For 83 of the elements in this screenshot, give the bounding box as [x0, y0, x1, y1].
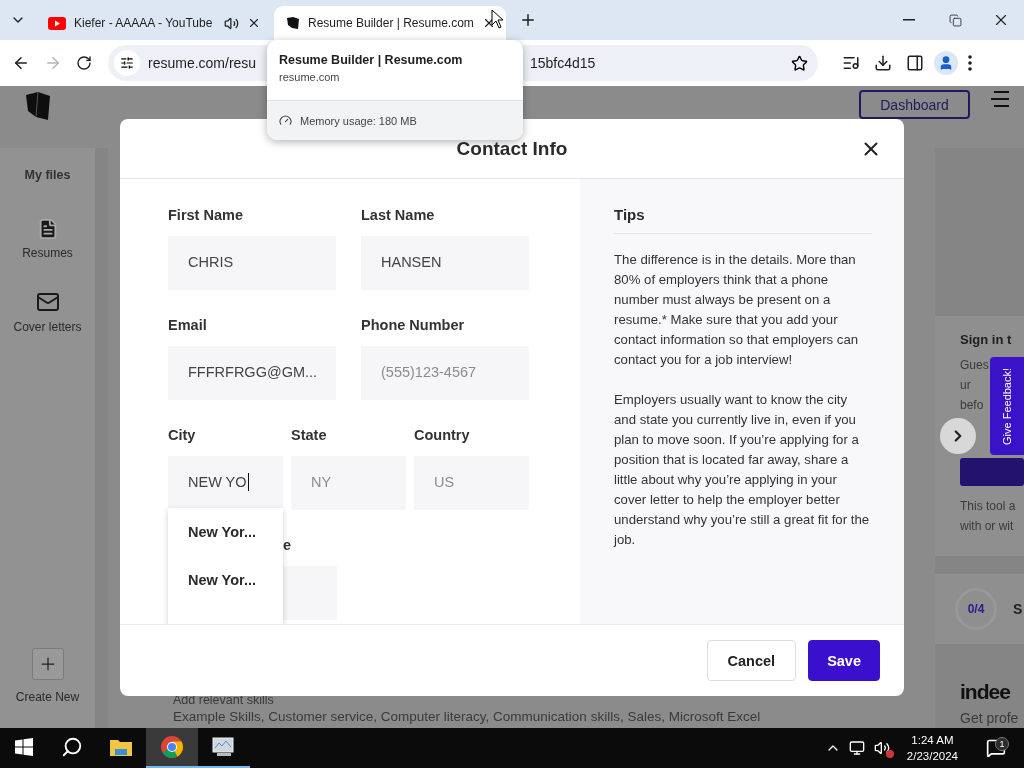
suggestion-item[interactable]: New Yor...	[168, 556, 283, 604]
speaker-icon[interactable]	[224, 15, 239, 31]
notifications-button[interactable]: 1	[974, 738, 1018, 758]
mouse-cursor-icon	[491, 9, 505, 29]
field-label: Country	[414, 426, 471, 444]
input-field[interactable]: FFFRFRGG@GM...	[168, 346, 336, 400]
forward-arrow-icon	[44, 54, 62, 72]
search-icon	[61, 736, 83, 758]
bookmark-star-icon[interactable]	[791, 54, 808, 72]
tab-title: Kiefer - AAAAA - YouTube	[74, 16, 214, 30]
card-domain: resume.com	[279, 71, 341, 83]
card-heading: Sign in t	[960, 332, 1013, 347]
windows-logo-icon	[15, 738, 33, 756]
create-new-label: Create New	[15, 690, 80, 704]
card-title: Resume Builder | Resume.com	[279, 53, 464, 67]
field-label: State	[291, 426, 328, 444]
chrome-logo-icon	[160, 735, 184, 759]
brand-logo: indee	[959, 680, 1011, 704]
field-label: First Name	[168, 206, 244, 224]
sidebar-heading: My files	[24, 168, 71, 182]
clock-date: 2/23/2024	[906, 749, 958, 764]
reload-icon	[76, 55, 92, 71]
input-field[interactable]: NEW YO	[168, 456, 283, 510]
browser-tab[interactable]: Kiefer - AAAAA - YouTube	[36, 6, 271, 40]
url-text: resume.com/resu	[148, 55, 257, 71]
taskbar-app[interactable]	[146, 728, 198, 768]
card-text: with or wit	[960, 518, 1015, 535]
input-field[interactable]: CHRIS	[168, 236, 336, 290]
book-logo-icon	[286, 16, 300, 30]
network-icon[interactable]	[848, 740, 865, 756]
dashboard-button[interactable]: Dashboard	[859, 90, 970, 119]
field-label: Last Name	[361, 206, 436, 224]
folder-icon	[109, 737, 133, 757]
dialog-title: Contact Info	[456, 137, 568, 160]
tips-heading: Tips	[614, 206, 872, 234]
save-button[interactable]: Save	[808, 640, 880, 681]
tips-paragraph: Employers usually want to know the city and state you currently live in, even if you plan to move soon. If you’re applying for a position that is located far away, share a little about why you’re applying in your cover letter to help the employer better understand why you’re still a great fit for the job.	[614, 391, 871, 549]
menu-dots-icon	[968, 55, 972, 71]
clock[interactable]: 1:24 AM 2/23/2024	[898, 732, 966, 764]
field-label: City	[168, 426, 197, 444]
restore-icon	[948, 13, 962, 27]
field-label: e	[282, 536, 293, 554]
url-text: 15bfc4d15	[530, 55, 596, 71]
cancel-button[interactable]: Cancel	[706, 640, 797, 681]
create-new-button[interactable]	[31, 648, 64, 680]
site-info-button[interactable]	[114, 50, 140, 76]
profile-button[interactable]	[934, 51, 958, 75]
sidebar-label: Resumes	[22, 246, 73, 260]
download-icon	[874, 54, 892, 72]
gauge-icon	[279, 114, 292, 127]
field-label: Email	[168, 316, 208, 334]
message-icon	[986, 738, 1006, 758]
brand-text: Get profe	[959, 710, 1020, 726]
feedback-tab[interactable]: Give Feedback!	[990, 357, 1024, 455]
mail-icon	[35, 290, 60, 314]
memory-usage-text: Memory usage: 180 MB	[300, 114, 417, 127]
video-play-icon	[48, 16, 66, 30]
side-panel-icon	[906, 54, 924, 72]
field-label: Phone Number	[361, 316, 466, 334]
minimize-icon	[903, 19, 915, 21]
tab-title: Resume Builder | Resume.com	[308, 16, 474, 30]
plus-icon	[519, 11, 537, 29]
sidebar-item[interactable]: Cover letters	[13, 290, 82, 334]
menu-icon[interactable]	[990, 90, 1010, 108]
example-skills-text: Example Skills, Customer service, Computer literacy, Communication skills, Sales, Microsoft Excel	[173, 709, 762, 724]
progress-label: S	[1013, 601, 1023, 617]
person-icon	[938, 55, 954, 71]
close-icon[interactable]	[247, 16, 261, 30]
sidebar-item[interactable]: Resumes	[22, 218, 73, 260]
suggestion-item[interactable]: New Yor...	[168, 508, 283, 556]
book-logo-icon[interactable]	[24, 90, 52, 122]
clock-time: 1:24 AM	[911, 733, 954, 748]
media-list-icon	[842, 54, 860, 72]
volume-icon[interactable]	[872, 740, 891, 756]
sliders-icon	[120, 56, 134, 70]
tips-paragraph: The difference is in the details. More than 80% of employers think that a phone number must always be present on a resume.* Make sure that you add your contact information so that employers can contact you for a job interview!	[614, 251, 860, 369]
progress-ring: 0/4	[955, 588, 997, 630]
sidebar-label: Cover letters	[13, 320, 82, 334]
monitor-app-icon	[211, 736, 237, 758]
card-text: This tool a	[960, 498, 1017, 515]
input-field[interactable]: HANSEN	[361, 236, 529, 290]
browser-tab[interactable]: Resume Builder | Resume.com	[274, 6, 506, 40]
notification-badge: 1	[995, 737, 1009, 751]
